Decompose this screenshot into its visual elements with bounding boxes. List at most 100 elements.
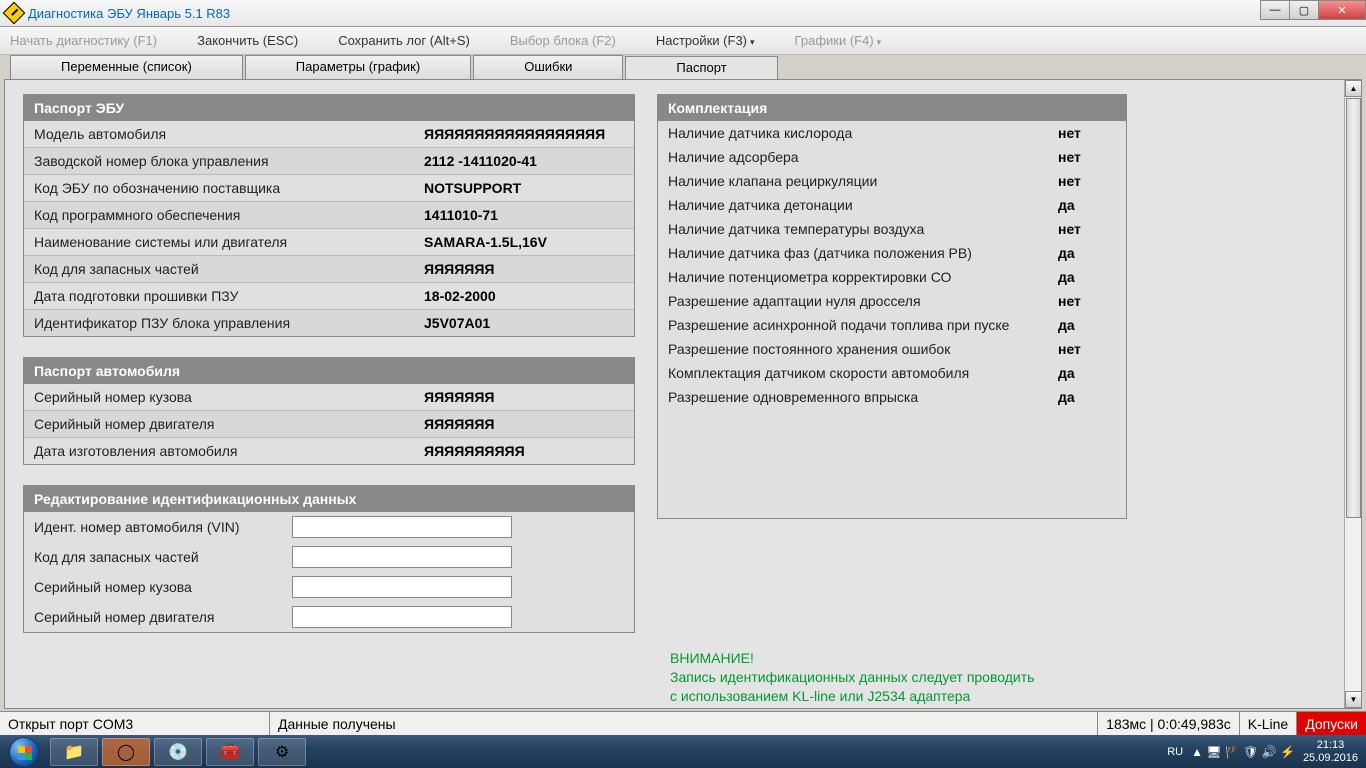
table-row: Разрешение одновременного впрыскада xyxy=(658,385,1126,409)
task-app-3[interactable]: 🧰 xyxy=(206,738,254,766)
content-area: Паспорт ЭБУ Модель автомобиляЯЯЯЯЯЯЯЯЯЯЯ… xyxy=(4,79,1362,709)
table-row: Наличие датчика температуры воздуханет xyxy=(658,217,1126,241)
task-app-1[interactable]: ◯ xyxy=(102,738,150,766)
table-row: Заводской номер блока управления2112 -14… xyxy=(24,147,634,174)
task-app-4[interactable]: ⚙ xyxy=(258,738,306,766)
row-value: да xyxy=(1058,269,1075,285)
menu-save-log[interactable]: Сохранить лог (Alt+S) xyxy=(338,33,470,48)
row-value: нет xyxy=(1058,149,1081,165)
scroll-down-button[interactable]: ▼ xyxy=(1345,691,1362,708)
field-label: Серийный номер кузова xyxy=(34,579,292,595)
menu-settings[interactable]: Настройки (F3) xyxy=(656,33,755,48)
row-label: Серийный номер кузова xyxy=(34,389,424,405)
edit-row: Код для запасных частей xyxy=(24,542,634,572)
row-value: ЯЯЯЯЯЯЯ xyxy=(424,389,494,405)
vertical-scrollbar[interactable]: ▲ ▼ xyxy=(1344,80,1361,708)
row-label: Разрешение асинхронной подачи топлива пр… xyxy=(668,317,1058,333)
table-row: Комплектация датчиком скорости автомобил… xyxy=(658,361,1126,385)
panel-header: Паспорт ЭБУ xyxy=(24,95,634,121)
row-label: Наличие датчика кислорода xyxy=(668,125,1058,141)
row-label: Наличие датчика фаз (датчика положения Р… xyxy=(668,245,1058,261)
row-value: нет xyxy=(1058,173,1081,189)
row-label: Идентификатор ПЗУ блока управления xyxy=(34,315,424,331)
panel-equipment: Комплектация Наличие датчика кислородане… xyxy=(657,94,1127,519)
table-row: Дата изготовления автомобиляЯЯЯЯЯЯЯЯЯЯ xyxy=(24,437,634,464)
row-value: J5V07A01 xyxy=(424,315,490,331)
row-value: 18-02-2000 xyxy=(424,288,496,304)
menu-select-block[interactable]: Выбор блока (F2) xyxy=(510,33,616,48)
row-value: нет xyxy=(1058,341,1081,357)
status-timing: 183мс | 0:0:49,983с xyxy=(1098,712,1240,735)
taskbar: 📁 ◯ 💿 🧰 ⚙ RU ▲ 🖥 🏴 🛡 🔊 ⚡ 21:13 25.09.201… xyxy=(0,735,1366,768)
text-input[interactable] xyxy=(292,606,512,628)
table-row: Разрешение постоянного хранения ошибокне… xyxy=(658,337,1126,361)
table-row: Серийный номер двигателяЯЯЯЯЯЯЯ xyxy=(24,410,634,437)
tab-passport[interactable]: Паспорт xyxy=(625,56,777,80)
row-value: нет xyxy=(1058,293,1081,309)
menu-charts[interactable]: Графики (F4) xyxy=(795,33,882,48)
scroll-up-button[interactable]: ▲ xyxy=(1345,80,1362,97)
table-row: Наличие датчика кислороданет xyxy=(658,121,1126,145)
table-row: Наименование системы или двигателяSAMARA… xyxy=(24,228,634,255)
row-value: да xyxy=(1058,365,1075,381)
system-tray: RU ▲ 🖥 🏴 🛡 🔊 ⚡ 21:13 25.09.2016 xyxy=(1159,739,1366,764)
table-row: Код для запасных частейЯЯЯЯЯЯЯ xyxy=(24,255,634,282)
row-value: да xyxy=(1058,389,1075,405)
panel-header: Паспорт автомобиля xyxy=(24,358,634,384)
row-value: да xyxy=(1058,197,1075,213)
row-value: да xyxy=(1058,245,1075,261)
row-label: Разрешение одновременного впрыска xyxy=(668,389,1058,405)
tray-clock[interactable]: 21:13 25.09.2016 xyxy=(1303,739,1358,764)
text-input[interactable] xyxy=(292,546,512,568)
tray-language[interactable]: RU xyxy=(1167,746,1183,758)
scroll-thumb[interactable] xyxy=(1346,98,1361,518)
menu-end[interactable]: Закончить (ESC) xyxy=(197,33,298,48)
tab-errors[interactable]: Ошибки xyxy=(473,55,623,79)
panel-ecu-passport: Паспорт ЭБУ Модель автомобиляЯЯЯЯЯЯЯЯЯЯЯ… xyxy=(23,94,635,337)
row-value: ЯЯЯЯЯЯЯ xyxy=(424,261,494,277)
tabbar: Переменные (список) Параметры (график) О… xyxy=(0,55,1366,79)
table-row: Разрешение асинхронной подачи топлива пр… xyxy=(658,313,1126,337)
maximize-button[interactable]: ▢ xyxy=(1289,0,1319,20)
tray-icons[interactable]: ▲ 🖥 🏴 🛡 🔊 ⚡ xyxy=(1191,745,1295,759)
task-app-2[interactable]: 💿 xyxy=(154,738,202,766)
statusbar: Открыт порт COM3 Данные получены 183мс |… xyxy=(0,711,1366,735)
close-button[interactable]: ✕ xyxy=(1318,0,1366,20)
status-data: Данные получены xyxy=(270,712,1098,735)
app-icon xyxy=(3,2,26,25)
row-value: ЯЯЯЯЯЯЯЯЯЯЯЯЯЯЯЯЯЯ xyxy=(424,126,605,142)
row-label: Наименование системы или двигателя xyxy=(34,234,424,250)
field-label: Серийный номер двигателя xyxy=(34,609,292,625)
row-label: Разрешение адаптации нуля дросселя xyxy=(668,293,1058,309)
text-input[interactable] xyxy=(292,576,512,598)
table-row: Модель автомобиляЯЯЯЯЯЯЯЯЯЯЯЯЯЯЯЯЯЯ xyxy=(24,121,634,147)
text-input[interactable] xyxy=(292,516,512,538)
row-label: Серийный номер двигателя xyxy=(34,416,424,432)
task-explorer[interactable]: 📁 xyxy=(50,738,98,766)
window-title: Диагностика ЭБУ Январь 5.1 R83 xyxy=(28,6,230,21)
tab-parameters[interactable]: Параметры (график) xyxy=(245,55,471,79)
row-label: Дата подготовки прошивки ПЗУ xyxy=(34,288,424,304)
row-label: Модель автомобиля xyxy=(34,126,424,142)
row-value: NOTSUPPORT xyxy=(424,180,521,196)
row-label: Наличие датчика температуры воздуха xyxy=(668,221,1058,237)
panel-edit-id-data: Редактирование идентификационных данных … xyxy=(23,485,635,633)
row-label: Код программного обеспечения xyxy=(34,207,424,223)
start-button[interactable] xyxy=(0,735,48,768)
menu-start-diagnostics[interactable]: Начать диагностику (F1) xyxy=(10,33,157,48)
row-label: Наличие датчика детонации xyxy=(668,197,1058,213)
table-row: Наличие датчика детонациида xyxy=(658,193,1126,217)
windows-orb-icon xyxy=(9,737,39,767)
tab-variables[interactable]: Переменные (список) xyxy=(10,55,243,79)
menubar: Начать диагностику (F1) Закончить (ESC) … xyxy=(0,27,1366,55)
status-tolerance[interactable]: Допуски xyxy=(1297,712,1366,735)
panel-car-passport: Паспорт автомобиля Серийный номер кузова… xyxy=(23,357,635,465)
minimize-button[interactable]: — xyxy=(1260,0,1290,20)
edit-row: Серийный номер двигателя xyxy=(24,602,634,632)
row-label: Наличие адсорбера xyxy=(668,149,1058,165)
row-value: 2112 -1411020-41 xyxy=(424,153,537,169)
panel-header: Комплектация xyxy=(658,95,1126,121)
row-label: Разрешение постоянного хранения ошибок xyxy=(668,341,1058,357)
row-value: 1411010-71 xyxy=(424,207,498,223)
field-label: Код для запасных частей xyxy=(34,549,292,565)
